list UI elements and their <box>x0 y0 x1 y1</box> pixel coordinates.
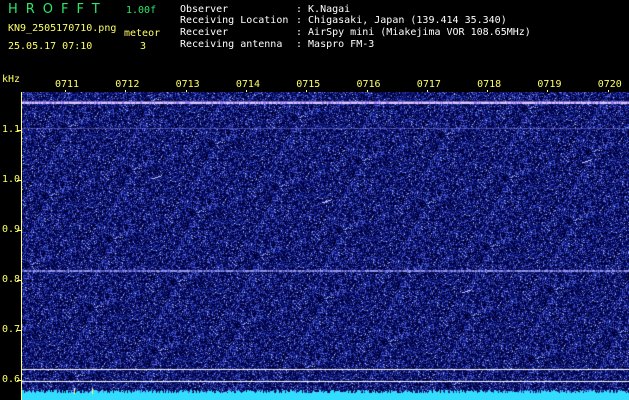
time-tick-label: 0711 <box>55 79 80 90</box>
time-tick-label: 0719 <box>537 79 562 90</box>
info-label-antenna: Receiving antenna <box>180 39 283 50</box>
time-tick-label: 0714 <box>235 79 260 90</box>
time-tick-label: 0720 <box>597 79 622 90</box>
info-value-location: : Chigasaki, Japan (139.414 35.340) <box>296 15 507 26</box>
app-brand: HROFFT <box>8 2 108 17</box>
detection-count: 3 <box>140 41 147 52</box>
app-version: 1.00f <box>126 5 157 16</box>
time-tick-label: 0717 <box>416 79 441 90</box>
info-label-location: Receiving Location <box>180 15 289 26</box>
time-tick-label: 0715 <box>296 79 321 90</box>
info-value-antenna: : Maspro FM-3 <box>296 39 375 50</box>
file-name: KN9_2505170710.png <box>8 23 117 34</box>
info-value-receiver: : AirSpy mini (Miakejima VOR 108.65MHz) <box>296 27 531 38</box>
spectrogram-canvas <box>22 92 629 400</box>
time-tick-label: 0712 <box>115 79 140 90</box>
info-label-observer: Observer <box>180 4 229 15</box>
time-tick-label: 0716 <box>356 79 381 90</box>
y-axis-unit: kHz <box>2 74 21 85</box>
mode-label: meteor <box>124 28 161 39</box>
info-label-receiver: Receiver <box>180 27 229 38</box>
info-value-observer: : K.Nagai <box>296 4 351 15</box>
time-tick-label: 0718 <box>477 79 502 90</box>
time-tick-label: 0713 <box>175 79 200 90</box>
date-time: 25.05.17 07:10 <box>8 41 93 52</box>
header-panel: HROFFT 1.00f KN9_2505170710.png meteor 2… <box>0 0 629 72</box>
